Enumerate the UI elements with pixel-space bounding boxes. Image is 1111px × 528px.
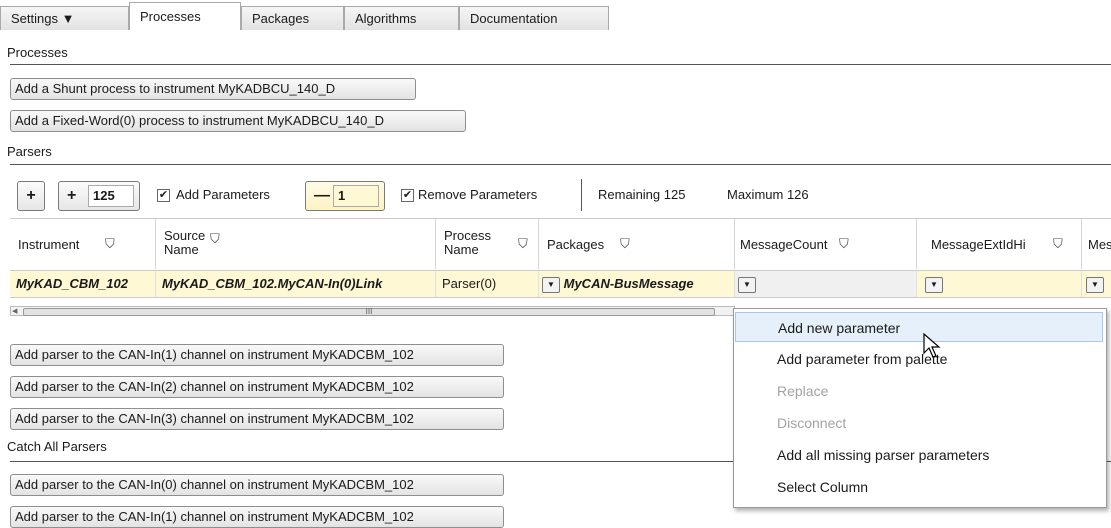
add-parser-can-in-2-button[interactable]: Add parser to the CAN-In(2) channel on i… bbox=[10, 376, 504, 398]
add-shunt-process-button[interactable]: Add a Shunt process to instrument MyKADB… bbox=[10, 78, 416, 100]
dropdown-arrow-icon[interactable]: ▼ bbox=[925, 276, 943, 293]
parsers-section-title: Parsers bbox=[7, 144, 52, 159]
column-label: Instrument bbox=[18, 237, 80, 252]
tab-strip: Settings ▼ Processes Packages Algorithms… bbox=[0, 0, 1111, 32]
filter-icon[interactable]: ⛉ bbox=[518, 236, 528, 252]
tab-packages[interactable]: Packages bbox=[241, 6, 344, 30]
tab-settings[interactable]: Settings ▼ bbox=[0, 6, 129, 30]
scrollbar-thumb[interactable]: III bbox=[23, 308, 715, 316]
scroll-grip: III bbox=[365, 307, 373, 316]
column-label: Process Name bbox=[444, 228, 491, 257]
column-label: Packages bbox=[547, 237, 605, 252]
remove-parameters-checkbox[interactable]: ✔ bbox=[401, 189, 414, 202]
remaining-count: Remaining 125 bbox=[598, 187, 686, 202]
horizontal-scrollbar[interactable]: ◀ III bbox=[10, 306, 735, 316]
mouse-pointer-icon bbox=[923, 333, 941, 358]
parameter-toolbar: + + 125 ✔ Add Parameters — 1 ✔ Remove Pa… bbox=[10, 171, 1111, 217]
cell-packages[interactable]: ▼ MyCAN-BusMessage bbox=[539, 271, 735, 297]
cell-process-name[interactable]: Parser(0) bbox=[436, 271, 539, 297]
add-catch-all-parser-can-in-1-button[interactable]: Add parser to the CAN-In(1) channel on i… bbox=[10, 506, 504, 528]
cell-truncated[interactable]: ▼ bbox=[1082, 271, 1111, 297]
dropdown-arrow-icon[interactable]: ▼ bbox=[542, 276, 560, 293]
column-label: Source Name bbox=[164, 228, 206, 257]
add-parameters-label: Add Parameters bbox=[176, 187, 270, 202]
tab-processes[interactable]: Processes bbox=[129, 2, 241, 30]
add-fixed-word-process-button[interactable]: Add a Fixed-Word(0) process to instrumen… bbox=[10, 110, 466, 132]
menu-item-add-all-missing-parser-parameters[interactable]: Add all missing parser parameters bbox=[735, 440, 1103, 470]
toolbar-separator bbox=[581, 179, 582, 211]
filter-icon[interactable]: ⛉ bbox=[105, 236, 115, 252]
menu-item-add-parameter-from-palette[interactable]: Add parameter from palette bbox=[735, 344, 1103, 374]
menu-item-select-column[interactable]: Select Column bbox=[735, 472, 1103, 502]
menu-item-add-new-parameter[interactable]: Add new parameter bbox=[735, 312, 1103, 342]
parser-grid: Instrument ⛉ Source Name ⛉ Process Name … bbox=[10, 218, 1111, 309]
column-header-packages[interactable]: Packages ⛉ bbox=[539, 219, 735, 269]
add-parser-can-in-1-button[interactable]: Add parser to the CAN-In(1) channel on i… bbox=[10, 344, 504, 366]
add-button[interactable]: + bbox=[17, 181, 45, 211]
processes-section-title: Processes bbox=[7, 45, 68, 60]
add-count-input[interactable]: 125 bbox=[88, 185, 134, 207]
cell-source-name[interactable]: MyKAD_CBM_102.MyCAN-In(0)Link bbox=[156, 271, 436, 297]
column-label: Mes bbox=[1088, 237, 1111, 252]
cell-message-ext-id-hi[interactable]: ▼ bbox=[917, 271, 1082, 297]
minus-icon: — bbox=[314, 187, 330, 204]
dropdown-arrow-icon[interactable]: ▼ bbox=[738, 276, 756, 293]
column-header-message-count[interactable]: MessageCount ⛉ bbox=[735, 219, 917, 269]
processes-divider bbox=[10, 64, 1111, 65]
column-label: MessageCount bbox=[740, 237, 828, 252]
add-catch-all-parser-can-in-0-button[interactable]: Add parser to the CAN-In(0) channel on i… bbox=[10, 474, 504, 496]
filter-icon[interactable]: ⛉ bbox=[210, 231, 220, 247]
filter-icon[interactable]: ⛉ bbox=[620, 236, 630, 252]
column-header-message-ext-id-hi[interactable]: MessageExtIdHi ⛉ bbox=[917, 219, 1082, 269]
add-parameters-checkbox[interactable]: ✔ bbox=[157, 189, 170, 202]
parsers-divider bbox=[10, 164, 1111, 165]
column-label: MessageExtIdHi bbox=[931, 237, 1026, 252]
tab-documentation[interactable]: Documentation bbox=[459, 6, 609, 30]
context-menu: Add new parameter Add parameter from pal… bbox=[733, 308, 1107, 508]
column-header-source-name[interactable]: Source Name ⛉ bbox=[156, 219, 436, 269]
column-header-process-name[interactable]: Process Name ⛉ bbox=[436, 219, 539, 269]
add-parser-can-in-3-button[interactable]: Add parser to the CAN-In(3) channel on i… bbox=[10, 408, 504, 430]
catch-all-section-title: Catch All Parsers bbox=[7, 439, 107, 454]
cell-packages-value: MyCAN-BusMessage bbox=[563, 276, 694, 291]
filter-icon[interactable]: ⛉ bbox=[1053, 236, 1063, 252]
dropdown-arrow-icon[interactable]: ▼ bbox=[1086, 276, 1104, 293]
add-count-button[interactable]: + 125 bbox=[58, 181, 140, 211]
column-header-instrument[interactable]: Instrument ⛉ bbox=[10, 219, 156, 269]
tab-algorithms[interactable]: Algorithms bbox=[344, 6, 459, 30]
table-row[interactable]: MyKAD_CBM_102 MyKAD_CBM_102.MyCAN-In(0)L… bbox=[10, 270, 1111, 298]
column-header-truncated[interactable]: Mes bbox=[1082, 219, 1111, 269]
menu-item-replace: Replace bbox=[777, 383, 829, 399]
remove-parameters-label: Remove Parameters bbox=[418, 187, 538, 202]
cell-message-count[interactable]: ▼ bbox=[735, 271, 917, 297]
cell-instrument[interactable]: MyKAD_CBM_102 bbox=[10, 271, 156, 297]
maximum-count: Maximum 126 bbox=[727, 187, 809, 202]
scroll-left-icon[interactable]: ◀ bbox=[12, 307, 17, 315]
filter-icon[interactable]: ⛉ bbox=[839, 236, 849, 252]
menu-item-disconnect: Disconnect bbox=[777, 415, 847, 431]
remove-count-input[interactable]: 1 bbox=[333, 185, 379, 207]
remove-count-button[interactable]: — 1 bbox=[305, 181, 385, 211]
add-count-plus: + bbox=[67, 187, 77, 204]
